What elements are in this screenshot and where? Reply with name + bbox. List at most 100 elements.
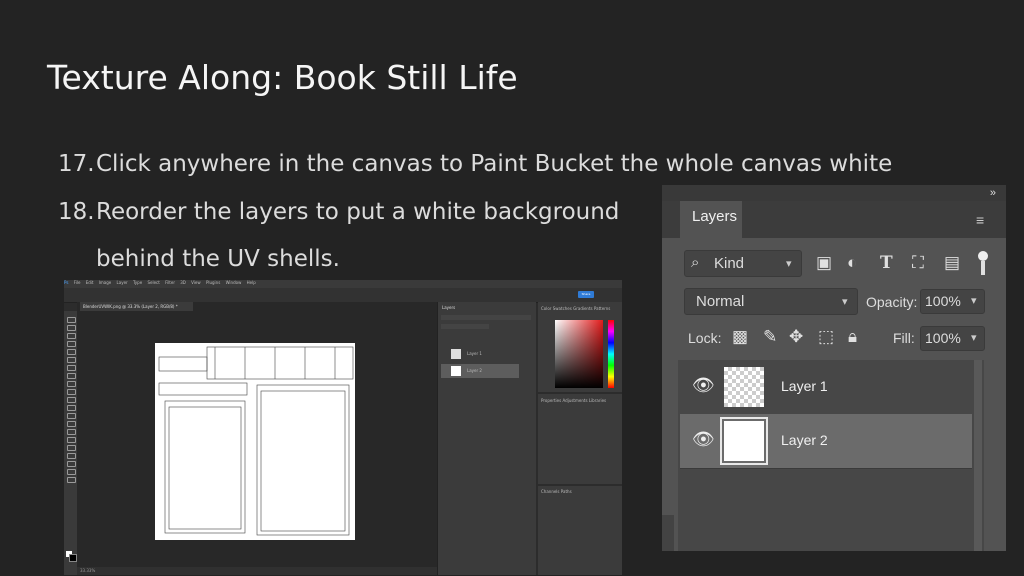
half-circle-icon[interactable]: ◐	[847, 253, 857, 273]
eye-icon[interactable]: 👁︎	[692, 375, 715, 396]
healing-tool-icon[interactable]	[67, 373, 76, 379]
fill-label: Fill:	[893, 330, 915, 346]
brush-icon[interactable]: ✎	[763, 327, 777, 347]
ps-properties-panel: Properties Adjustments Libraries	[538, 394, 622, 484]
lasso-tool-icon[interactable]	[67, 333, 76, 339]
tab-libraries[interactable]: Libraries	[589, 398, 606, 403]
uv-document-canvas[interactable]	[155, 343, 355, 540]
step-text: Reorder the layers to put a white backgr…	[96, 199, 620, 225]
ps-layers-title: Layers	[442, 305, 456, 310]
step-18: 18.Reorder the layers to put a white bac…	[58, 199, 619, 225]
filter-toggle[interactable]	[978, 251, 988, 277]
opacity-label: Opacity:	[866, 294, 918, 310]
ps-layer-filter[interactable]	[441, 315, 531, 320]
ps-props-tabs: Properties Adjustments Libraries	[541, 398, 606, 403]
toggle-bar	[981, 261, 985, 275]
layer-name[interactable]: Layer 2	[781, 432, 828, 448]
step-text: Click anywhere in the canvas to Paint Bu…	[96, 151, 893, 177]
ps-color-tabs: Color Swatches Gradients Patterns	[541, 306, 610, 311]
menu-item[interactable]: Edit	[86, 280, 94, 285]
tab-swatches[interactable]: Swatches	[553, 306, 572, 311]
type-tool-icon[interactable]	[67, 445, 76, 451]
eyedropper-tool-icon[interactable]	[67, 365, 76, 371]
menu-item[interactable]: Help	[247, 280, 256, 285]
color-picker-field[interactable]	[555, 320, 603, 388]
left-scroll-area[interactable]	[662, 515, 674, 551]
ps-status-bar: 33.33%	[77, 567, 490, 575]
tab-patterns[interactable]: Patterns	[594, 306, 610, 311]
artboard-icon[interactable]: ⬚	[818, 327, 834, 347]
eye-icon[interactable]: 👁︎	[692, 429, 715, 450]
background-color-swatch[interactable]	[69, 554, 77, 562]
hand-tool-icon[interactable]	[67, 469, 76, 475]
transform-icon[interactable]: ⛶	[912, 253, 924, 273]
menu-item[interactable]: 3D	[180, 280, 186, 285]
stamp-tool-icon[interactable]	[67, 389, 76, 395]
ps-logo: Ps	[64, 280, 69, 285]
pen-tool-icon[interactable]	[67, 437, 76, 443]
ps-toolbar	[64, 311, 77, 575]
tab-gradients[interactable]: Gradients	[573, 306, 593, 311]
tab-color[interactable]: Color	[541, 306, 551, 311]
lock-label: Lock:	[688, 330, 722, 346]
layer-name[interactable]: Layer 1	[781, 378, 828, 394]
layers-panel-zoom: » Layers ≡ ⌕ Kind ▾ ▣ ◐ T ⛶ ▤ Normal ▾ O…	[662, 185, 1006, 551]
move-tool-icon[interactable]	[67, 317, 76, 323]
menu-item[interactable]: File	[74, 280, 81, 285]
shape-tool-icon[interactable]	[67, 461, 76, 467]
brush-tool-icon[interactable]	[67, 381, 76, 387]
chevron-down-icon: ▾	[842, 296, 848, 308]
menu-item[interactable]: View	[191, 280, 201, 285]
scroll-thumb[interactable]	[974, 360, 982, 551]
zoom-tool-icon[interactable]	[67, 477, 76, 483]
ps-document-tab[interactable]: BlenderUVWIK.png @ 33.3% (Layer 2, RGB/8…	[80, 302, 193, 311]
panel-top-strip	[662, 185, 1006, 201]
chevron-down-icon[interactable]: ▾	[971, 331, 977, 344]
layer-row-1[interactable]: 👁︎ Layer 1	[680, 360, 972, 415]
select-tool-icon[interactable]	[67, 341, 76, 347]
ps-layer-row-2[interactable]: Layer 2	[441, 364, 519, 378]
menu-item[interactable]: Select	[147, 280, 159, 285]
hue-slider[interactable]	[608, 320, 614, 388]
step-17: 17.Click anywhere in the canvas to Paint…	[58, 151, 892, 177]
double-chevron-right-icon[interactable]: »	[990, 185, 996, 201]
share-button[interactable]: Share	[578, 291, 594, 298]
uv-shells-drawing	[158, 346, 354, 536]
move-arrows-icon[interactable]: ✥	[789, 327, 803, 347]
chevron-down-icon[interactable]: ▾	[971, 294, 977, 307]
smart-object-icon[interactable]: ▤	[944, 253, 960, 273]
menu-item[interactable]: Type	[133, 280, 142, 285]
history-brush-tool-icon[interactable]	[67, 397, 76, 403]
crop-tool-icon[interactable]	[67, 349, 76, 355]
eraser-tool-icon[interactable]	[67, 405, 76, 411]
menu-item[interactable]: Plugins	[206, 280, 220, 285]
dodge-tool-icon[interactable]	[67, 429, 76, 435]
paint-bucket-tool-icon[interactable]	[67, 413, 76, 419]
ps-options-bar	[64, 288, 622, 303]
menu-item[interactable]: Layer	[117, 280, 128, 285]
ps-layer-row-1[interactable]: Layer 1	[441, 347, 535, 361]
layers-scrollbar[interactable]	[972, 360, 984, 551]
layer-row-2[interactable]: 👁︎ Layer 2	[680, 414, 972, 469]
tab-channels[interactable]: Channels	[541, 489, 560, 494]
tab-paths[interactable]: Paths	[561, 489, 572, 494]
menu-item[interactable]: Filter	[165, 280, 175, 285]
tab-properties[interactable]: Properties	[541, 398, 561, 403]
frame-tool-icon[interactable]	[67, 357, 76, 363]
tab-adjustments[interactable]: Adjustments	[563, 398, 588, 403]
slide-title: Texture Along: Book Still Life	[47, 58, 518, 97]
checkerboard-icon[interactable]: ▩	[732, 327, 748, 347]
marquee-tool-icon[interactable]	[67, 325, 76, 331]
toggle-knob	[978, 251, 988, 261]
image-icon[interactable]: ▣	[816, 253, 832, 273]
blur-tool-icon[interactable]	[67, 421, 76, 427]
menu-item[interactable]: Image	[99, 280, 112, 285]
path-select-tool-icon[interactable]	[67, 453, 76, 459]
hamburger-menu-icon[interactable]: ≡	[976, 212, 984, 228]
layer-thumbnail-white	[720, 417, 768, 465]
padlock-icon[interactable]: 🔒︎	[848, 327, 857, 347]
layer-filter-label: Kind	[714, 255, 745, 272]
menu-item[interactable]: Window	[226, 280, 242, 285]
type-t-icon[interactable]: T	[880, 253, 893, 273]
ps-blend-mode[interactable]	[441, 324, 489, 329]
